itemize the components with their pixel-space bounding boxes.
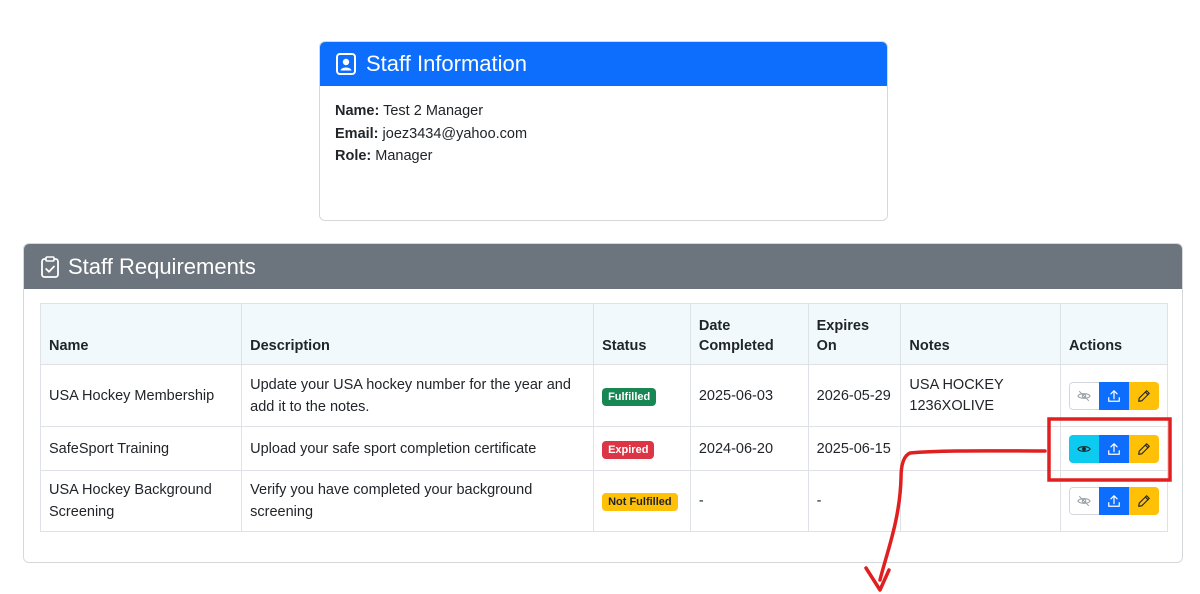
action-button-group bbox=[1068, 434, 1159, 463]
col-header-date-completed-line1: Date bbox=[698, 318, 731, 334]
cell-notes bbox=[900, 426, 1061, 471]
staff-name-value: Test 2 Manager bbox=[383, 103, 484, 119]
col-header-status: Status bbox=[593, 303, 691, 365]
staff-email-value: joez3434@yahoo.com bbox=[382, 125, 528, 142]
pencil-icon bbox=[1138, 495, 1150, 507]
cell-status: Fulfilled bbox=[593, 364, 691, 427]
pencil-icon bbox=[1138, 389, 1150, 402]
table-row: USA Hockey Membership Update your USA ho… bbox=[39, 364, 1169, 427]
upload-icon bbox=[1108, 389, 1120, 402]
upload-icon bbox=[1108, 442, 1120, 455]
staff-name-label: Name: bbox=[335, 103, 380, 119]
staff-role-value: Manager bbox=[375, 148, 433, 164]
cell-description: Update your USA hockey number for the ye… bbox=[241, 364, 595, 427]
col-header-date-completed-line2: Completed bbox=[698, 338, 774, 354]
requirements-table: Name Description Status Date Completed E… bbox=[39, 303, 1169, 532]
table-row: USA Hockey Background Screening Verify y… bbox=[39, 470, 1169, 532]
staff-email-line: Email: joez3434@yahoo.com bbox=[335, 123, 872, 146]
col-header-description: Description bbox=[241, 303, 595, 365]
staff-requirements-title: Staff Requirements bbox=[68, 253, 256, 279]
col-header-notes: Notes bbox=[900, 303, 1061, 365]
cell-date-completed: 2025-06-03 bbox=[689, 364, 809, 427]
cell-name: USA Hockey Background Screening bbox=[39, 470, 243, 532]
cell-description: Verify you have completed your backgroun… bbox=[241, 470, 595, 532]
edit-button[interactable] bbox=[1128, 381, 1159, 410]
staff-requirements-card: Staff Requirements Name Description Stat… bbox=[23, 243, 1183, 563]
status-badge: Not Fulfilled bbox=[602, 493, 678, 511]
col-header-name: Name bbox=[39, 303, 243, 365]
staff-email-label: Email: bbox=[335, 125, 379, 142]
cell-name: USA Hockey Membership bbox=[39, 364, 243, 427]
col-header-actions: Actions bbox=[1059, 303, 1169, 365]
table-row: SafeSport Training Upload your safe spor… bbox=[39, 426, 1169, 471]
cell-expires-on: 2026-05-29 bbox=[807, 364, 902, 427]
view-button[interactable] bbox=[1068, 434, 1099, 463]
staff-info-title: Staff Information bbox=[366, 51, 528, 76]
cell-actions bbox=[1059, 426, 1169, 471]
cell-expires-on: - bbox=[807, 470, 902, 532]
staff-info-card: Staff Information Name: Test 2 Manager E… bbox=[319, 41, 888, 221]
status-badge: Fulfilled bbox=[602, 387, 657, 406]
cell-actions bbox=[1059, 364, 1169, 427]
id-badge-icon bbox=[336, 53, 356, 75]
edit-button[interactable] bbox=[1128, 434, 1159, 463]
upload-button[interactable] bbox=[1098, 381, 1129, 410]
cell-actions bbox=[1059, 470, 1169, 532]
col-header-date-completed: Date Completed bbox=[689, 303, 809, 365]
col-header-expires-on: Expires On bbox=[807, 303, 902, 365]
staff-name-line: Name: Test 2 Manager bbox=[335, 100, 872, 123]
staff-info-body: Name: Test 2 Manager Email: joez3434@yah… bbox=[320, 86, 887, 182]
clipboard-check-icon bbox=[41, 255, 59, 278]
cell-notes: USA HOCKEY 1236XOLIVE bbox=[900, 364, 1061, 427]
cell-description: Upload your safe sport completion certif… bbox=[241, 426, 595, 471]
eye-icon bbox=[1077, 445, 1091, 452]
cell-name: SafeSport Training bbox=[39, 426, 243, 471]
status-badge: Expired bbox=[602, 440, 655, 459]
cell-status: Not Fulfilled bbox=[593, 470, 691, 532]
staff-requirements-header: Staff Requirements bbox=[24, 244, 1182, 289]
cell-date-completed: 2024-06-20 bbox=[689, 426, 809, 471]
eye-slash-icon bbox=[1077, 390, 1092, 401]
view-button[interactable] bbox=[1068, 487, 1099, 515]
annotation-arrowhead bbox=[864, 566, 891, 592]
action-button-group bbox=[1068, 487, 1159, 515]
cell-date-completed: - bbox=[689, 470, 809, 532]
edit-button[interactable] bbox=[1128, 487, 1159, 515]
cell-status: Expired bbox=[593, 426, 691, 471]
staff-role-line: Role: Manager bbox=[335, 145, 872, 168]
eye-slash-icon bbox=[1077, 495, 1092, 507]
staff-role-label: Role: bbox=[335, 148, 372, 164]
action-button-group bbox=[1068, 381, 1159, 410]
table-header-row: Name Description Status Date Completed E… bbox=[39, 303, 1169, 365]
view-button[interactable] bbox=[1068, 381, 1099, 410]
upload-button[interactable] bbox=[1098, 434, 1129, 463]
upload-icon bbox=[1108, 495, 1120, 507]
cell-expires-on: 2025-06-15 bbox=[807, 426, 902, 471]
upload-button[interactable] bbox=[1098, 487, 1129, 515]
staff-info-header: Staff Information bbox=[320, 42, 887, 86]
pencil-icon bbox=[1138, 442, 1150, 455]
cell-notes bbox=[900, 470, 1061, 532]
